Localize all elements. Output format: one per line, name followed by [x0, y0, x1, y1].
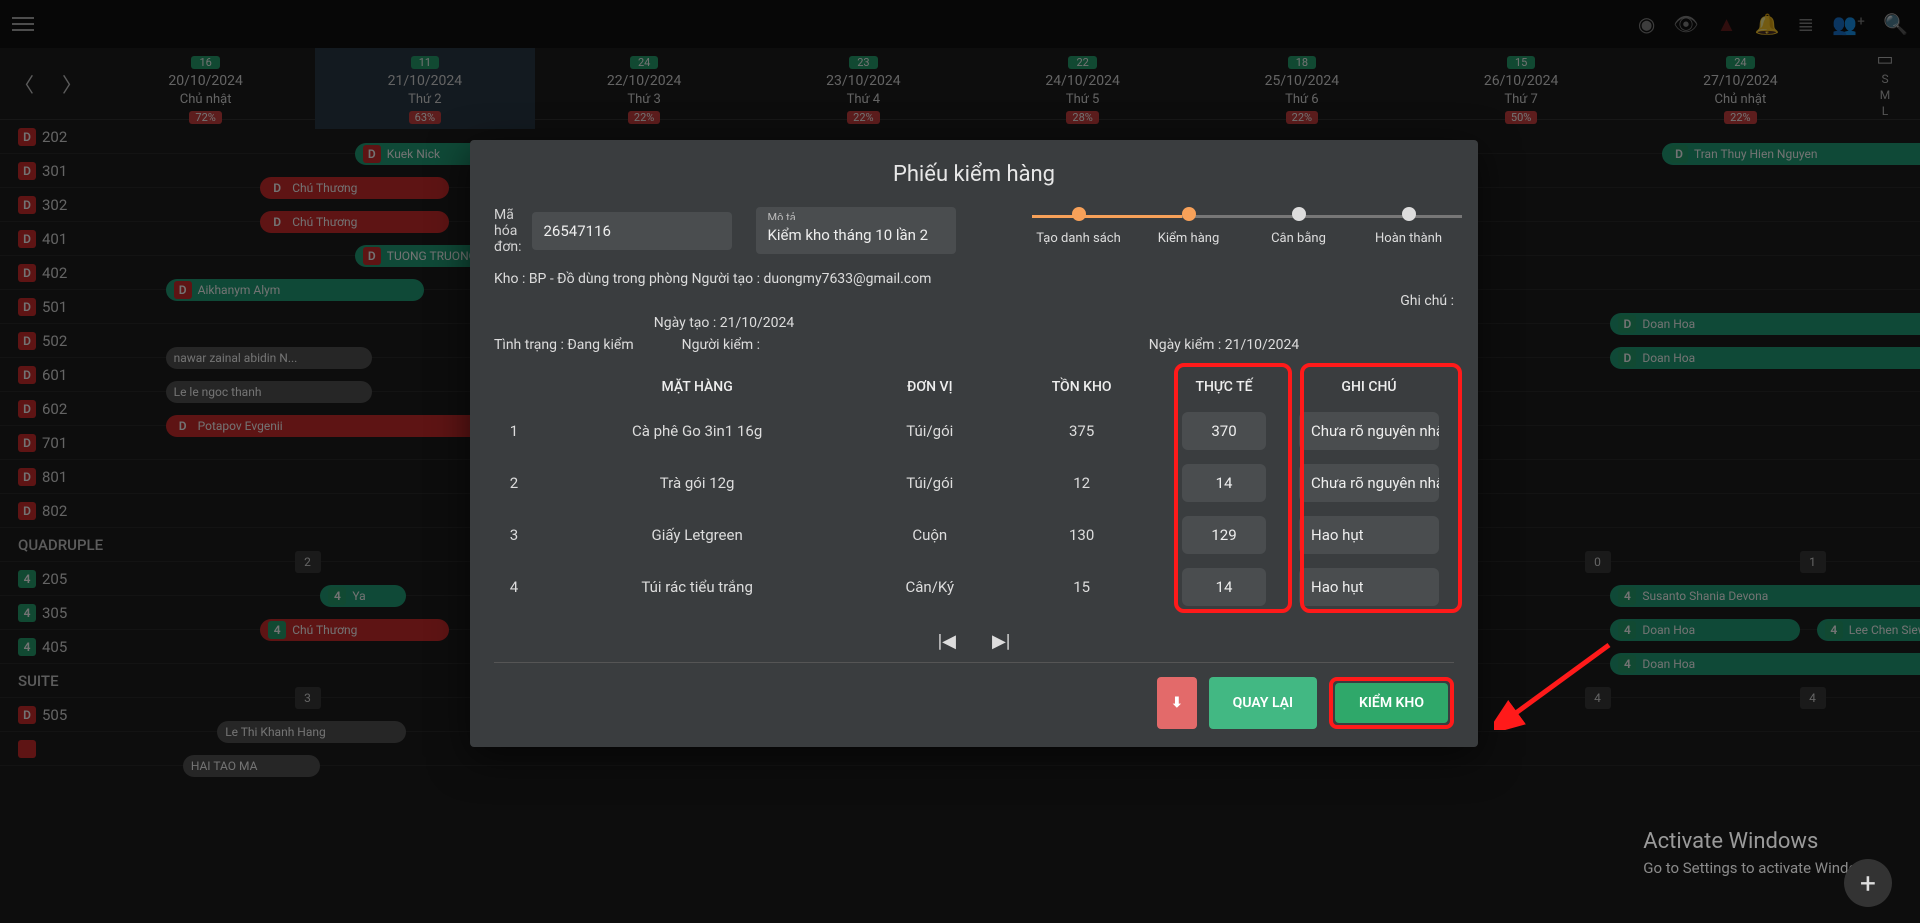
table-pager: |◀ ▶| [494, 613, 1454, 663]
last-page-icon[interactable]: ▶| [992, 631, 1010, 652]
inventory-check-modal: Phiếu kiểm hàng Mã hóa đơn: Mô tả Tạo da… [470, 140, 1478, 747]
meta-status: Tình trạng : Đang kiểm [494, 337, 634, 353]
note-input[interactable] [1299, 464, 1439, 502]
cell-idx: 4 [494, 561, 534, 613]
cell-item: Túi rác tiểu trắng [534, 561, 860, 613]
step-dot [1072, 207, 1086, 221]
col-actual: THỰC TẾ [1164, 369, 1284, 405]
step-dot [1402, 207, 1416, 221]
table-row: 4Túi rác tiểu trắngCân/Ký15 [494, 561, 1454, 613]
step-dot [1292, 207, 1306, 221]
first-page-icon[interactable]: |◀ [938, 631, 956, 652]
invoice-field: Mã hóa đơn: [494, 207, 732, 255]
actual-input[interactable] [1182, 412, 1266, 450]
meta-created-date: Ngày tạo : 21/10/2024 [494, 315, 954, 331]
cell-idx: 2 [494, 457, 534, 509]
cell-unit: Túi/gói [860, 457, 999, 509]
confirm-button[interactable]: KIỂM KHO [1335, 683, 1448, 723]
table-row: 1Cà phê Go 3in1 16gTúi/gói375 [494, 405, 1454, 457]
table-row: 3Giấy LetgreenCuộn130 [494, 509, 1454, 561]
cell-item: Trà gói 12g [534, 457, 860, 509]
invoice-input[interactable] [532, 212, 732, 250]
fab-add[interactable]: + [1844, 859, 1892, 907]
modal-footer: ⬇ QUAY LẠI KIỂM KHO [494, 677, 1454, 729]
note-input[interactable] [1299, 516, 1439, 554]
cell-unit: Cân/Ký [860, 561, 999, 613]
cell-item: Giấy Letgreen [534, 509, 860, 561]
cell-unit: Cuộn [860, 509, 999, 561]
description-field: Mô tả [756, 207, 956, 254]
step: Cân bằng [1244, 207, 1354, 246]
actual-input[interactable] [1182, 568, 1266, 606]
meta-warehouse: Kho : BP - Đồ dùng trong phòng Người tạo… [494, 271, 954, 309]
download-button[interactable]: ⬇ [1157, 677, 1197, 729]
note-input[interactable] [1299, 568, 1439, 606]
windows-watermark: Activate Windows Go to Settings to activ… [1643, 827, 1880, 879]
step: Hoàn thành [1354, 207, 1464, 246]
step: Kiểm hàng [1134, 207, 1244, 246]
highlight-confirm: KIỂM KHO [1329, 677, 1454, 729]
step-label: Kiểm hàng [1158, 231, 1220, 246]
meta-info: Kho : BP - Đồ dùng trong phòng Người tạo… [494, 271, 1454, 359]
note-input[interactable] [1299, 412, 1439, 450]
cell-stock: 130 [999, 509, 1164, 561]
meta-checker: Người kiểm : [682, 337, 760, 353]
cell-stock: 12 [999, 457, 1164, 509]
step-label: Hoàn thành [1375, 231, 1442, 246]
col-stock: TỒN KHO [999, 369, 1164, 405]
cell-unit: Túi/gói [860, 405, 999, 457]
watermark-title: Activate Windows [1643, 827, 1880, 858]
step: Tạo danh sách [1024, 207, 1134, 246]
table-row: 2Trà gói 12gTúi/gói12 [494, 457, 1454, 509]
cell-stock: 375 [999, 405, 1164, 457]
invoice-label: Mã hóa đơn: [494, 207, 522, 255]
col-unit: ĐƠN VỊ [860, 369, 999, 405]
items-table: MẶT HÀNG ĐƠN VỊ TỒN KHO THỰC TẾ GHI CHÚ … [494, 369, 1454, 613]
step-label: Tạo danh sách [1036, 231, 1120, 246]
step-label: Cân bằng [1271, 231, 1326, 246]
meta-note: Ghi chú : [1400, 293, 1454, 309]
cell-idx: 1 [494, 405, 534, 457]
cell-item: Cà phê Go 3in1 16g [534, 405, 860, 457]
meta-check-date: Ngày kiểm : 21/10/2024 [1149, 337, 1300, 353]
description-input[interactable] [756, 220, 956, 254]
col-item: MẶT HÀNG [534, 369, 860, 405]
modal-title: Phiếu kiểm hàng [494, 162, 1454, 187]
actual-input[interactable] [1182, 516, 1266, 554]
progress-stepper: Tạo danh sách Kiểm hàng Cân bằng Hoàn thành [980, 207, 1484, 246]
cell-stock: 15 [999, 561, 1164, 613]
back-button[interactable]: QUAY LẠI [1209, 677, 1317, 729]
col-note: GHI CHÚ [1284, 369, 1454, 405]
cell-idx: 3 [494, 509, 534, 561]
actual-input[interactable] [1182, 464, 1266, 502]
step-dot [1182, 207, 1196, 221]
